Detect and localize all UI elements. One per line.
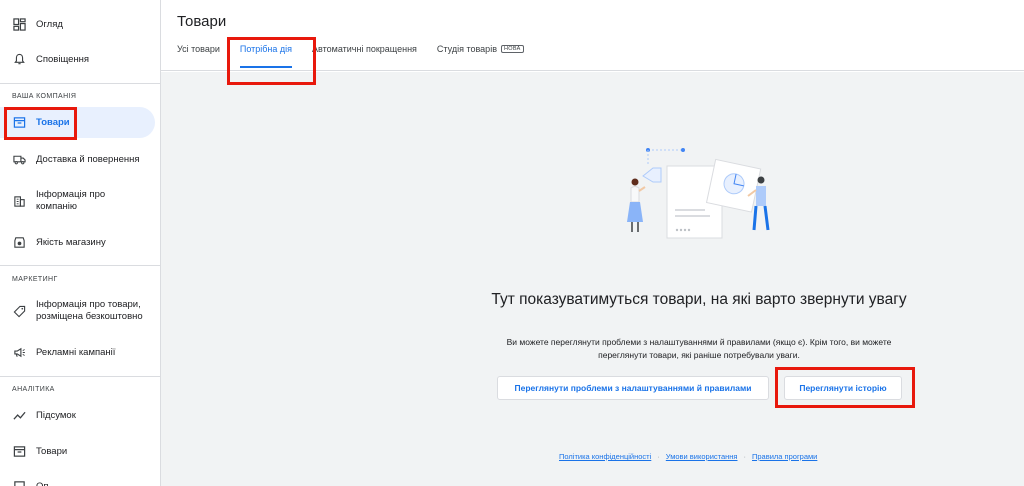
sidebar-item-label: Сповіщення xyxy=(36,53,90,65)
store-quality-icon xyxy=(12,235,26,249)
divider xyxy=(0,83,160,84)
tab-label: Потрібна дія xyxy=(239,44,293,54)
tab-needs-attention[interactable]: Потрібна дія xyxy=(239,44,293,68)
sidebar: Огляд Сповіщення ВАША КОМПАНІЯ Товари До… xyxy=(0,0,161,486)
sidebar-item-overview[interactable]: Огляд xyxy=(0,12,160,36)
separator: · xyxy=(657,452,660,461)
privacy-link[interactable]: Політика конфіденційності xyxy=(559,452,651,461)
sidebar-item-label: Рекламні кампанії xyxy=(36,346,116,358)
empty-state-illustration xyxy=(627,148,770,239)
empty-state-title: Тут показуватимуться товари, на які варт… xyxy=(491,291,907,308)
separator: · xyxy=(743,452,747,461)
sidebar-item-label: Інформація про компанію xyxy=(36,189,106,212)
truck-icon xyxy=(12,152,26,166)
view-history-button[interactable]: Переглянути історію xyxy=(784,376,902,400)
divider xyxy=(0,265,160,266)
building-icon xyxy=(12,194,26,208)
empty-state-description: Ви можете переглянути проблеми з налашту… xyxy=(506,337,892,360)
policies-link[interactable]: Правила програми xyxy=(752,452,817,461)
sidebar-item-campaigns[interactable]: Рекламні кампанії xyxy=(0,340,160,364)
generic-icon xyxy=(12,479,26,486)
tab-label: Усі товари xyxy=(177,44,220,54)
sidebar-item-label: Огляд xyxy=(36,18,63,30)
section-label-analytics: АНАЛІТИКА xyxy=(12,386,55,393)
archive-box-icon xyxy=(12,116,26,130)
sidebar-item-summary[interactable]: Підсумок xyxy=(0,403,160,427)
sidebar-item-shipping[interactable]: Доставка й повернення xyxy=(0,147,160,171)
tab-label: Автоматичні покращення xyxy=(312,44,417,54)
sidebar-item-store-quality[interactable]: Якість магазину xyxy=(0,230,160,254)
divider xyxy=(0,376,160,377)
button-label: Переглянути історію xyxy=(799,383,887,393)
sidebar-item-label: Інформація про товари, розміщена безкошт… xyxy=(36,298,143,323)
button-label: Переглянути проблеми з налаштуваннями й … xyxy=(514,383,752,393)
sidebar-item-analytics-products[interactable]: Товари xyxy=(0,439,160,463)
sidebar-item-label: Підсумок xyxy=(36,409,76,421)
tab-label: Студія товарів xyxy=(436,44,497,54)
sidebar-item-notifications[interactable]: Сповіщення xyxy=(0,47,160,71)
dashboard-icon xyxy=(12,17,26,31)
section-label-company: ВАША КОМПАНІЯ xyxy=(12,93,77,100)
tab-auto-improvements[interactable]: Автоматичні покращення xyxy=(312,44,417,68)
page-header: Товари Усі товари Потрібна дія Автоматич… xyxy=(161,0,1024,85)
footer-links: Політика конфіденційності · Умови викори… xyxy=(559,452,817,461)
page-title: Товари xyxy=(177,13,227,30)
section-label-marketing: МАРКЕТИНГ xyxy=(12,276,58,283)
tab-product-studio[interactable]: Студія товарів НОВА xyxy=(437,44,524,68)
tab-all-products[interactable]: Усі товари xyxy=(177,44,220,68)
view-settings-issues-button[interactable]: Переглянути проблеми з налаштуваннями й … xyxy=(497,376,769,400)
tab-bar: Усі товари Потрібна дія Автоматичні покр… xyxy=(177,44,544,68)
terms-link[interactable]: Умови використання xyxy=(666,452,738,461)
sidebar-item-label: Оп xyxy=(36,480,49,486)
sidebar-item-free-listings[interactable]: Інформація про товари, розміщена безкошт… xyxy=(0,296,160,326)
sidebar-item-label: Доставка й повернення xyxy=(36,153,140,165)
tag-icon xyxy=(12,304,26,318)
archive-box-icon xyxy=(12,444,26,458)
new-badge: НОВА xyxy=(500,45,524,53)
main-content: Тут показуватимуться товари, на які варт… xyxy=(161,72,1024,486)
trend-line-icon xyxy=(12,408,26,422)
sidebar-item-label: Якість магазину xyxy=(36,236,106,248)
sidebar-item-label: Товари xyxy=(36,445,68,457)
sidebar-item-business-info[interactable]: Інформація про компанію xyxy=(0,186,160,216)
bell-icon xyxy=(12,52,26,66)
megaphone-icon xyxy=(12,345,26,359)
sidebar-item-label: Товари xyxy=(36,117,70,128)
sidebar-item-partial[interactable]: Оп xyxy=(0,474,160,486)
sidebar-item-products[interactable]: Товари xyxy=(0,107,155,138)
